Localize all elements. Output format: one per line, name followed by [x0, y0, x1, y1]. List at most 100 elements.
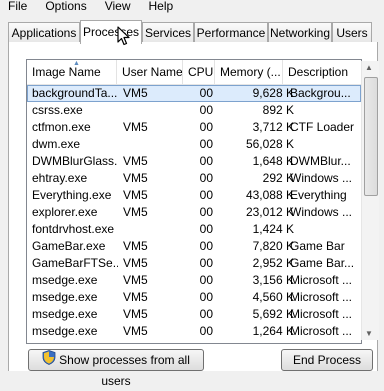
menu-bar: File Options View Help	[0, 0, 384, 13]
table-row[interactable]: Everything.exe VM5 00 43,088 K Everything	[27, 187, 361, 204]
table-row[interactable]: dwm.exe 00 56,028 K	[27, 136, 361, 153]
scroll-up-icon[interactable]: ▲	[365, 63, 373, 72]
process-name-cell: DWMBlurGlass...	[32, 154, 118, 168]
cpu-cell: 00	[199, 120, 213, 134]
table-row[interactable]: msedge.exe VM5 00 4,560 K Microsoft ...	[27, 289, 361, 306]
process-name-cell: dwm.exe	[32, 137, 81, 151]
table-row[interactable]: DWMBlurGlass... VM5 00 1,648 K DWMBlur...	[27, 153, 361, 170]
table-row[interactable]: fontdrvhost.exe 00 1,424 K	[27, 221, 361, 238]
table-row[interactable]: backgroundTa... VM5 00 9,628 K Backgrou...	[27, 85, 361, 102]
cpu-cell: 00	[199, 290, 213, 304]
memory-cell: 7,820 K	[252, 239, 294, 253]
process-name-cell: Everything.exe	[32, 188, 112, 202]
table-row[interactable]: GameBar.exe VM5 00 7,820 K Game Bar	[27, 238, 361, 255]
memory-cell: 3,156 K	[252, 273, 294, 287]
description-cell	[290, 221, 360, 238]
process-name-cell: explorer.exe	[32, 205, 98, 219]
column-user-name[interactable]: User Name	[117, 60, 183, 84]
table-row[interactable]: csrss.exe 00 892 K	[27, 102, 361, 119]
process-list[interactable]: ▲ Image Name User Name CPU Memory (... D…	[26, 59, 362, 344]
menu-options[interactable]: Options	[36, 0, 95, 13]
user-name-cell: VM5	[123, 290, 148, 304]
tab-users[interactable]: Users	[332, 22, 372, 42]
table-row[interactable]: ehtray.exe VM5 00 292 K Windows ...	[27, 170, 361, 187]
memory-cell: 9,628 K	[252, 86, 294, 100]
memory-cell: 892 K	[262, 103, 294, 117]
column-cpu[interactable]: CPU	[183, 60, 215, 84]
user-name-cell: VM5	[123, 273, 148, 287]
process-rows: backgroundTa... VM5 00 9,628 K Backgrou... cs…	[27, 85, 361, 340]
memory-cell: 5,692 K	[252, 307, 294, 321]
memory-cell: 2,952 K	[252, 256, 294, 270]
description-cell: Microsoft ...	[290, 273, 353, 287]
user-name-cell: VM5	[123, 188, 148, 202]
process-name-cell: msedge.exe	[32, 290, 98, 304]
tab-networking[interactable]: Networking	[268, 22, 332, 42]
table-row[interactable]: msedge.exe VM5 00 3,156 K Microsoft ...	[27, 272, 361, 289]
table-row[interactable]: msedge.exe VM5 00 1,264 K Microsoft ...	[27, 323, 361, 340]
table-row[interactable]: explorer.exe VM5 00 23,012 K Windows ...	[27, 204, 361, 221]
description-cell: Microsoft ...	[290, 290, 353, 304]
process-name-cell: msedge.exe	[32, 273, 98, 287]
user-name-cell	[123, 102, 185, 119]
column-image-name[interactable]: ▲ Image Name	[27, 60, 117, 84]
description-cell: Backgrou...	[290, 86, 351, 100]
end-process-button[interactable]: End Process	[281, 349, 373, 371]
user-name-cell: VM5	[123, 256, 148, 270]
user-name-cell: VM5	[123, 307, 148, 321]
cpu-cell: 00	[199, 222, 213, 236]
user-name-cell: VM5	[123, 86, 148, 100]
description-cell: Windows ...	[290, 205, 353, 219]
list-header: ▲ Image Name User Name CPU Memory (... D…	[27, 60, 361, 85]
mouse-pointer-icon	[117, 26, 131, 49]
process-name-cell: msedge.exe	[32, 307, 98, 321]
user-name-cell: VM5	[123, 205, 148, 219]
user-name-cell: VM5	[123, 120, 148, 134]
memory-cell: 1,424 K	[252, 222, 294, 236]
cpu-cell: 00	[199, 171, 213, 185]
memory-cell: 3,712 K	[252, 120, 294, 134]
process-name-cell: backgroundTa...	[32, 86, 118, 100]
shield-icon	[42, 350, 56, 371]
show-all-users-button[interactable]: Show processes from all users	[28, 349, 204, 388]
user-name-cell	[123, 221, 185, 238]
table-row[interactable]: msedge.exe VM5 00 5,692 K Microsoft ...	[27, 306, 361, 323]
vertical-scrollbar[interactable]: ▲ ▼	[361, 61, 379, 340]
cpu-cell: 00	[199, 86, 213, 100]
description-cell	[290, 136, 360, 153]
menu-view[interactable]: View	[96, 0, 140, 13]
column-memory[interactable]: Memory (...	[215, 60, 283, 84]
menu-file[interactable]: File	[0, 0, 36, 13]
cpu-cell: 00	[199, 103, 213, 117]
process-name-cell: fontdrvhost.exe	[32, 222, 115, 236]
table-row[interactable]: ctfmon.exe VM5 00 3,712 K CTF Loader	[27, 119, 361, 136]
process-name-cell: GameBarFTSe...	[32, 256, 118, 270]
description-cell: CTF Loader	[290, 120, 355, 134]
description-cell: Game Bar	[290, 239, 345, 253]
scrollbar-thumb[interactable]	[364, 77, 378, 196]
memory-cell: 23,012 K	[245, 205, 294, 219]
menu-help[interactable]: Help	[140, 0, 183, 13]
user-name-cell: VM5	[123, 154, 148, 168]
cpu-cell: 00	[199, 256, 213, 270]
cpu-cell: 00	[199, 307, 213, 321]
process-name-cell: ctfmon.exe	[32, 120, 91, 134]
table-row[interactable]: GameBarFTSe... VM5 00 2,952 K Game Bar...	[27, 255, 361, 272]
memory-cell: 1,264 K	[252, 324, 294, 338]
process-name-cell: csrss.exe	[32, 103, 83, 117]
process-name-cell: GameBar.exe	[32, 239, 106, 253]
tab-processes[interactable]: Processes	[80, 20, 142, 44]
cpu-cell: 00	[199, 154, 213, 168]
cpu-cell: 00	[199, 324, 213, 338]
sort-ascending-icon: ▲	[73, 60, 80, 67]
column-description[interactable]: Description	[283, 60, 361, 84]
tab-services[interactable]: Services	[142, 22, 194, 42]
tab-applications[interactable]: Applications	[8, 22, 80, 42]
user-name-cell: VM5	[123, 324, 148, 338]
memory-cell: 292 K	[262, 171, 294, 185]
description-cell: DWMBlur...	[290, 154, 351, 168]
description-cell: Everything	[290, 188, 347, 202]
scroll-down-icon[interactable]: ▼	[365, 329, 373, 338]
tab-performance[interactable]: Performance	[194, 22, 268, 42]
cpu-cell: 00	[199, 137, 213, 151]
